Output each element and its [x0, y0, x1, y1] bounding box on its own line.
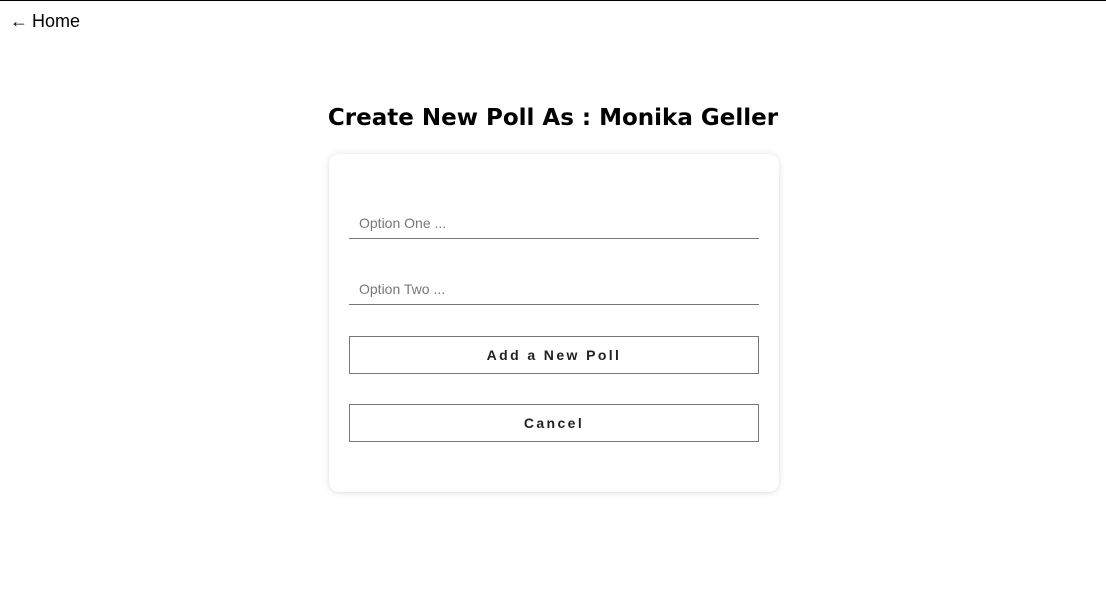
option-two-input[interactable]	[349, 273, 759, 305]
cancel-button[interactable]: Cancel	[349, 404, 759, 442]
add-new-poll-button[interactable]: Add a New Poll	[349, 336, 759, 374]
home-link[interactable]: ← Home	[10, 10, 80, 32]
top-border	[0, 0, 1106, 1]
home-link-label: Home	[32, 11, 81, 31]
new-poll-card: Add a New Poll Cancel	[329, 154, 779, 492]
page-title: Create New Poll As : Monika Geller	[327, 105, 779, 131]
back-arrow-icon: ←	[10, 11, 28, 31]
option-one-input[interactable]	[349, 207, 759, 239]
